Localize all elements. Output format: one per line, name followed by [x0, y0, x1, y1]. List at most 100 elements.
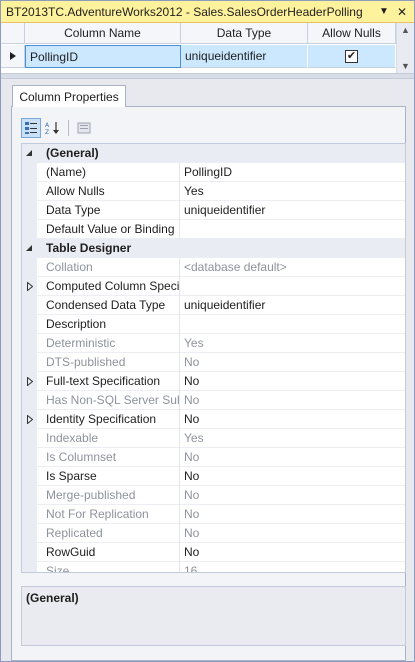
property-value[interactable]: PollingID	[180, 163, 405, 182]
property-value[interactable]: No	[180, 467, 405, 486]
toolbar-separator	[68, 120, 69, 136]
description-panel: (General)	[21, 586, 406, 646]
property-name: Indexable	[37, 428, 180, 448]
property-value: No	[184, 355, 200, 369]
data-type-cell[interactable]: uniqueidentifier	[181, 45, 308, 68]
property-row[interactable]: Full-text Specification No	[22, 371, 405, 391]
property-row[interactable]: Condensed Data Type uniqueidentifier	[22, 295, 405, 315]
property-value: No	[184, 450, 200, 464]
column-properties-panel: A Z (General) (Name) PollingID Allow Nulls Y…	[11, 106, 406, 661]
property-row[interactable]: Size 16	[22, 561, 405, 572]
property-name: Computed Column Specification	[37, 276, 180, 296]
svg-text:Z: Z	[45, 129, 49, 135]
property-value[interactable]: No	[180, 372, 405, 391]
property-value[interactable]	[180, 220, 405, 239]
property-name: Full-text Specification	[37, 371, 180, 391]
property-value: <database default>	[184, 260, 287, 274]
row-margin	[22, 561, 37, 572]
category-label: (General)	[46, 146, 99, 160]
alphabetical-sort-icon[interactable]: A Z	[43, 118, 63, 138]
allow-nulls-checkbox[interactable]: ✔	[345, 49, 358, 63]
property-category-row[interactable]: (General)	[22, 144, 405, 163]
table-row[interactable]: PollingID uniqueidentifier ✔	[1, 45, 396, 68]
column-properties-area: Column Properties A Z (General) (Name) P…	[1, 79, 414, 661]
property-name: Is Sparse	[37, 466, 180, 486]
expand-triangle-icon[interactable]	[22, 371, 37, 391]
property-row[interactable]: Replicated No	[22, 523, 405, 543]
property-name: Deterministic	[37, 333, 180, 353]
property-row[interactable]: Allow Nulls Yes	[22, 181, 405, 201]
property-row[interactable]: Merge-published No	[22, 485, 405, 505]
property-row[interactable]: Is Columnset No	[22, 447, 405, 467]
row-margin	[22, 504, 37, 524]
row-margin	[22, 295, 37, 315]
property-row[interactable]: Is Sparse No	[22, 466, 405, 486]
close-icon[interactable]: ✕	[393, 3, 411, 21]
column-name-cell[interactable]: PollingID	[25, 45, 181, 68]
property-row[interactable]: Has Non-SQL Server Subscriber No	[22, 390, 405, 410]
property-row[interactable]: Computed Column Specification	[22, 276, 405, 296]
property-row[interactable]: Collation <database default>	[22, 257, 405, 277]
collapse-triangle-icon[interactable]	[22, 144, 37, 163]
property-value: No	[184, 488, 200, 502]
row-margin	[22, 162, 37, 182]
column-name-header[interactable]: Column Name	[25, 23, 181, 43]
row-margin	[22, 352, 37, 372]
property-name: Data Type	[37, 200, 180, 220]
property-value: No	[184, 526, 200, 540]
property-pages-icon[interactable]	[74, 118, 94, 138]
scroll-down-icon[interactable]: ▼	[401, 61, 410, 71]
document-titlebar[interactable]: BT2013TC.AdventureWorks2012 - Sales.Sale…	[1, 1, 414, 23]
property-value[interactable]: uniqueidentifier	[180, 296, 405, 315]
row-margin	[22, 314, 37, 334]
property-value: Yes	[184, 431, 204, 445]
property-row[interactable]: Not For Replication No	[22, 504, 405, 524]
property-row[interactable]: Default Value or Binding	[22, 219, 405, 239]
categorized-icon[interactable]	[21, 118, 41, 138]
row-margin	[22, 485, 37, 505]
property-row[interactable]: DTS-published No	[22, 352, 405, 372]
allow-nulls-cell[interactable]: ✔	[308, 45, 396, 68]
expand-triangle-icon[interactable]	[22, 276, 37, 296]
scroll-up-icon[interactable]: ▲	[401, 25, 410, 35]
property-name: DTS-published	[37, 352, 180, 372]
window-title: BT2013TC.AdventureWorks2012 - Sales.Sale…	[6, 4, 363, 19]
property-name: Has Non-SQL Server Subscriber	[37, 390, 180, 410]
row-margin	[22, 219, 37, 239]
property-name: Default Value or Binding	[37, 219, 180, 239]
property-value[interactable]: No	[180, 410, 405, 429]
property-value[interactable]	[180, 277, 405, 296]
tab-column-properties[interactable]: Column Properties	[12, 85, 126, 107]
property-row[interactable]: (Name) PollingID	[22, 162, 405, 182]
property-name: Allow Nulls	[37, 181, 180, 201]
row-selector[interactable]	[1, 45, 25, 68]
grid-scrollbar[interactable]: ▲ ▼	[396, 23, 414, 73]
chevron-down-icon[interactable]: ▼	[375, 3, 393, 21]
property-row[interactable]: RowGuid No	[22, 542, 405, 562]
grid-corner	[1, 23, 25, 43]
property-name: Replicated	[37, 523, 180, 543]
property-row[interactable]: Indexable Yes	[22, 428, 405, 448]
property-value[interactable]: uniqueidentifier	[180, 201, 405, 220]
property-row[interactable]: Description	[22, 314, 405, 334]
expand-triangle-icon[interactable]	[22, 409, 37, 429]
grid-header: Column Name Data Type Allow Nulls	[1, 23, 396, 44]
allow-nulls-header[interactable]: Allow Nulls	[308, 23, 396, 43]
data-type-header[interactable]: Data Type	[181, 23, 308, 43]
row-margin	[22, 523, 37, 543]
row-margin	[22, 390, 37, 410]
property-row[interactable]: Identity Specification No	[22, 409, 405, 429]
row-margin	[22, 466, 37, 486]
property-name: (Name)	[37, 162, 180, 182]
property-row[interactable]: Deterministic Yes	[22, 333, 405, 353]
property-row[interactable]: Data Type uniqueidentifier	[22, 200, 405, 220]
property-value[interactable]: No	[180, 543, 405, 562]
property-value: No	[184, 507, 200, 521]
property-category-row[interactable]: Table Designer	[22, 238, 405, 258]
table-designer-window: BT2013TC.AdventureWorks2012 - Sales.Sale…	[0, 0, 415, 662]
property-value[interactable]	[180, 315, 405, 334]
row-margin	[22, 542, 37, 562]
property-name: Condensed Data Type	[37, 295, 180, 315]
property-value[interactable]: Yes	[180, 182, 405, 201]
collapse-triangle-icon[interactable]	[22, 238, 37, 258]
